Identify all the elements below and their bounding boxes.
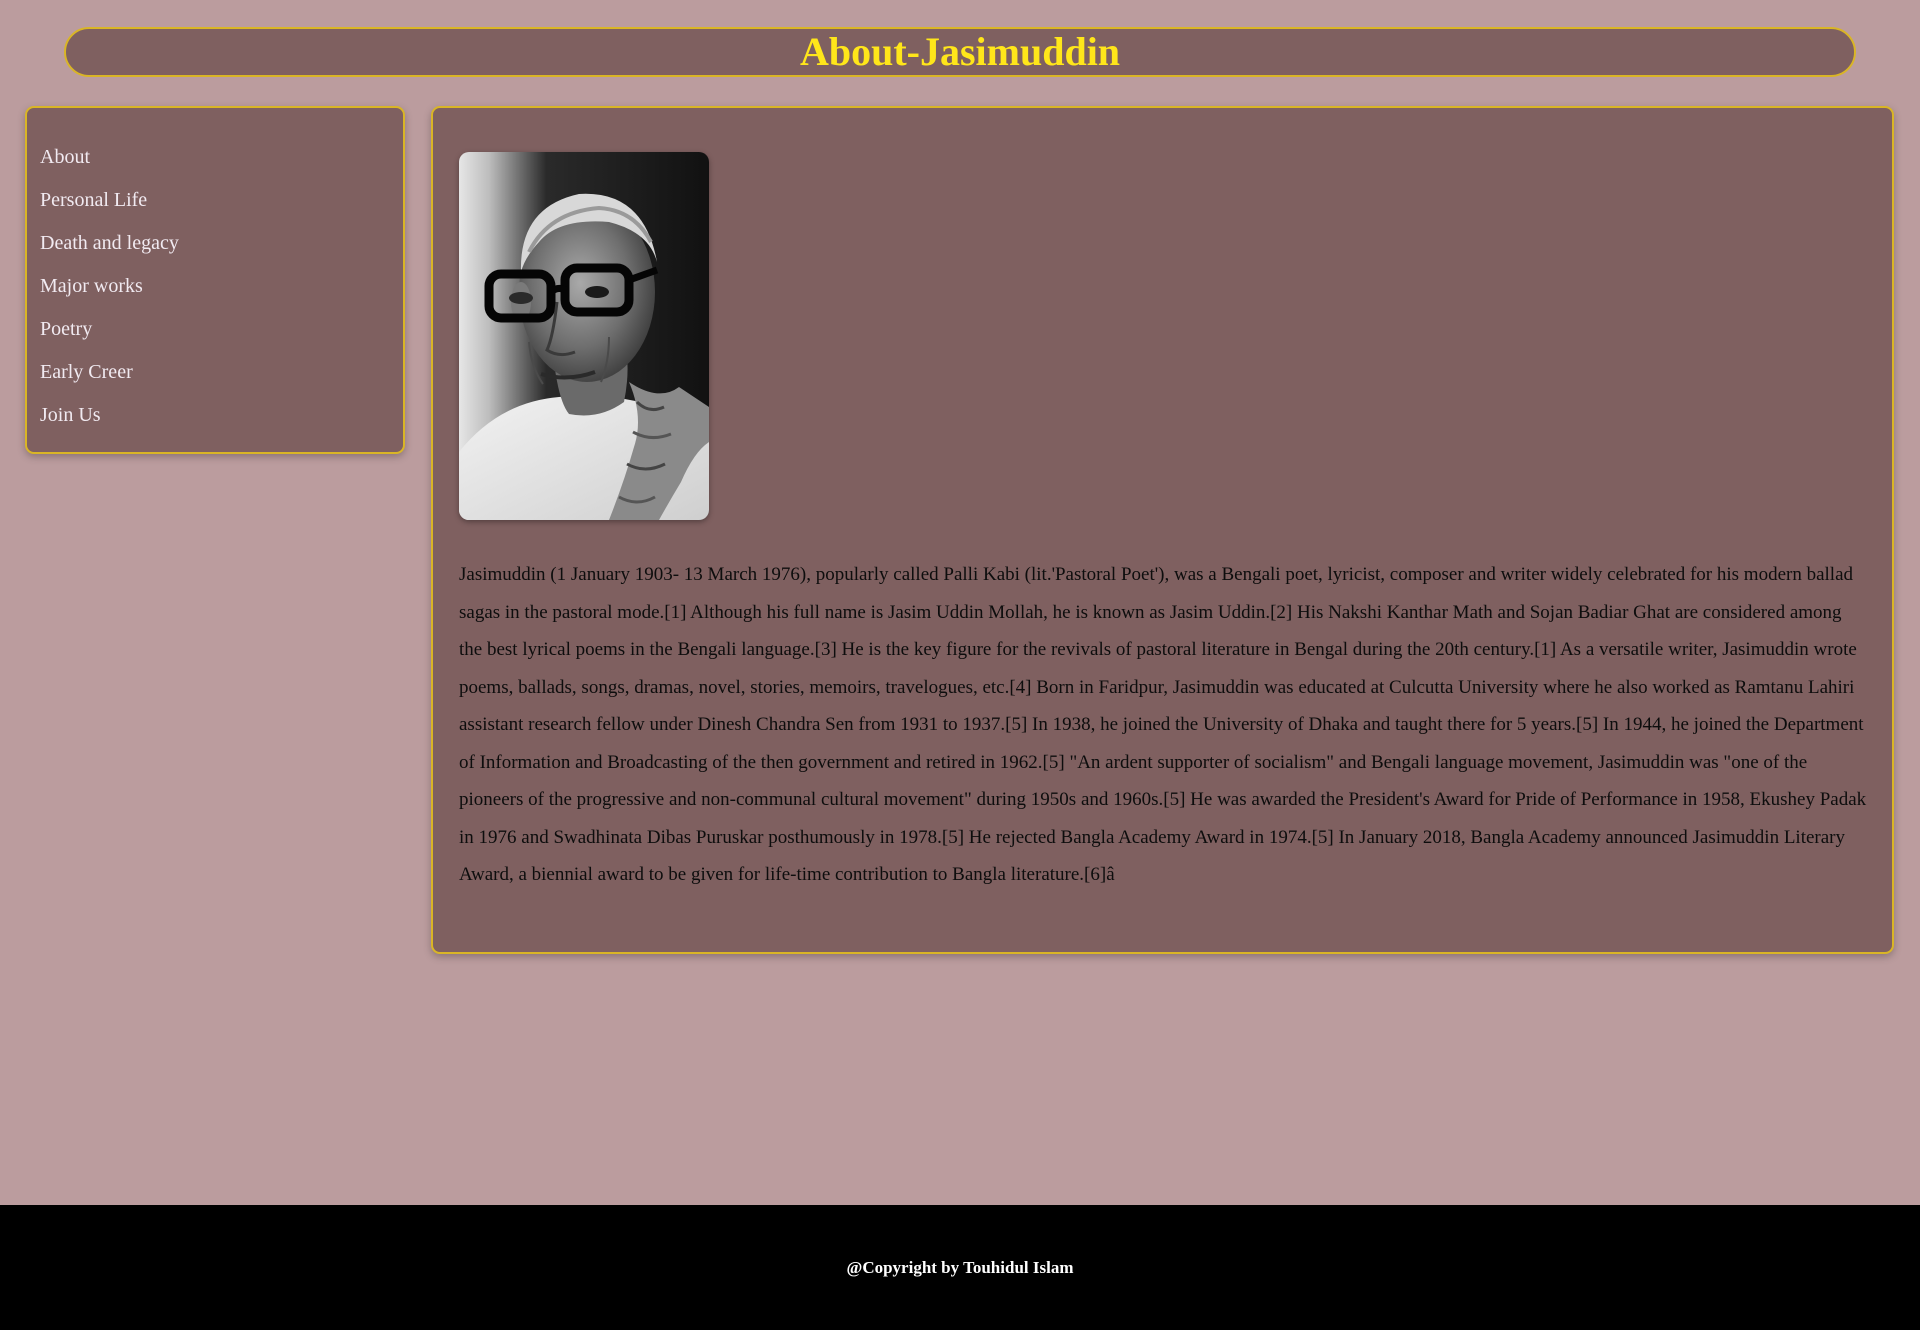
sidebar-item-join-us[interactable]: Join Us — [40, 394, 403, 437]
sidebar-item-poetry[interactable]: Poetry — [40, 308, 403, 351]
page-title: About-Jasimuddin — [799, 29, 1121, 74]
sidebar-nav: About Personal Life Death and legacy Maj… — [25, 106, 405, 454]
sidebar-item-death-and-legacy[interactable]: Death and legacy — [40, 222, 403, 265]
sidebar-item-personal-life[interactable]: Personal Life — [40, 179, 403, 222]
sidebar-item-early-creer[interactable]: Early Creer — [40, 351, 403, 394]
page-footer: @Copyright by Touhidul Islam — [0, 1205, 1920, 1330]
sidebar-item-major-works[interactable]: Major works — [40, 265, 403, 308]
biography-text: Jasimuddin (1 January 1903- 13 March 197… — [459, 564, 1867, 885]
person-portrait-icon — [459, 152, 709, 520]
sidebar-item-about[interactable]: About — [40, 136, 403, 179]
copyright-text: @Copyright by Touhidul Islam — [846, 1257, 1074, 1277]
portrait-photo — [459, 152, 709, 520]
page-header: About-Jasimuddin — [64, 27, 1856, 77]
main-content: Jasimuddin (1 January 1903- 13 March 197… — [431, 106, 1894, 954]
